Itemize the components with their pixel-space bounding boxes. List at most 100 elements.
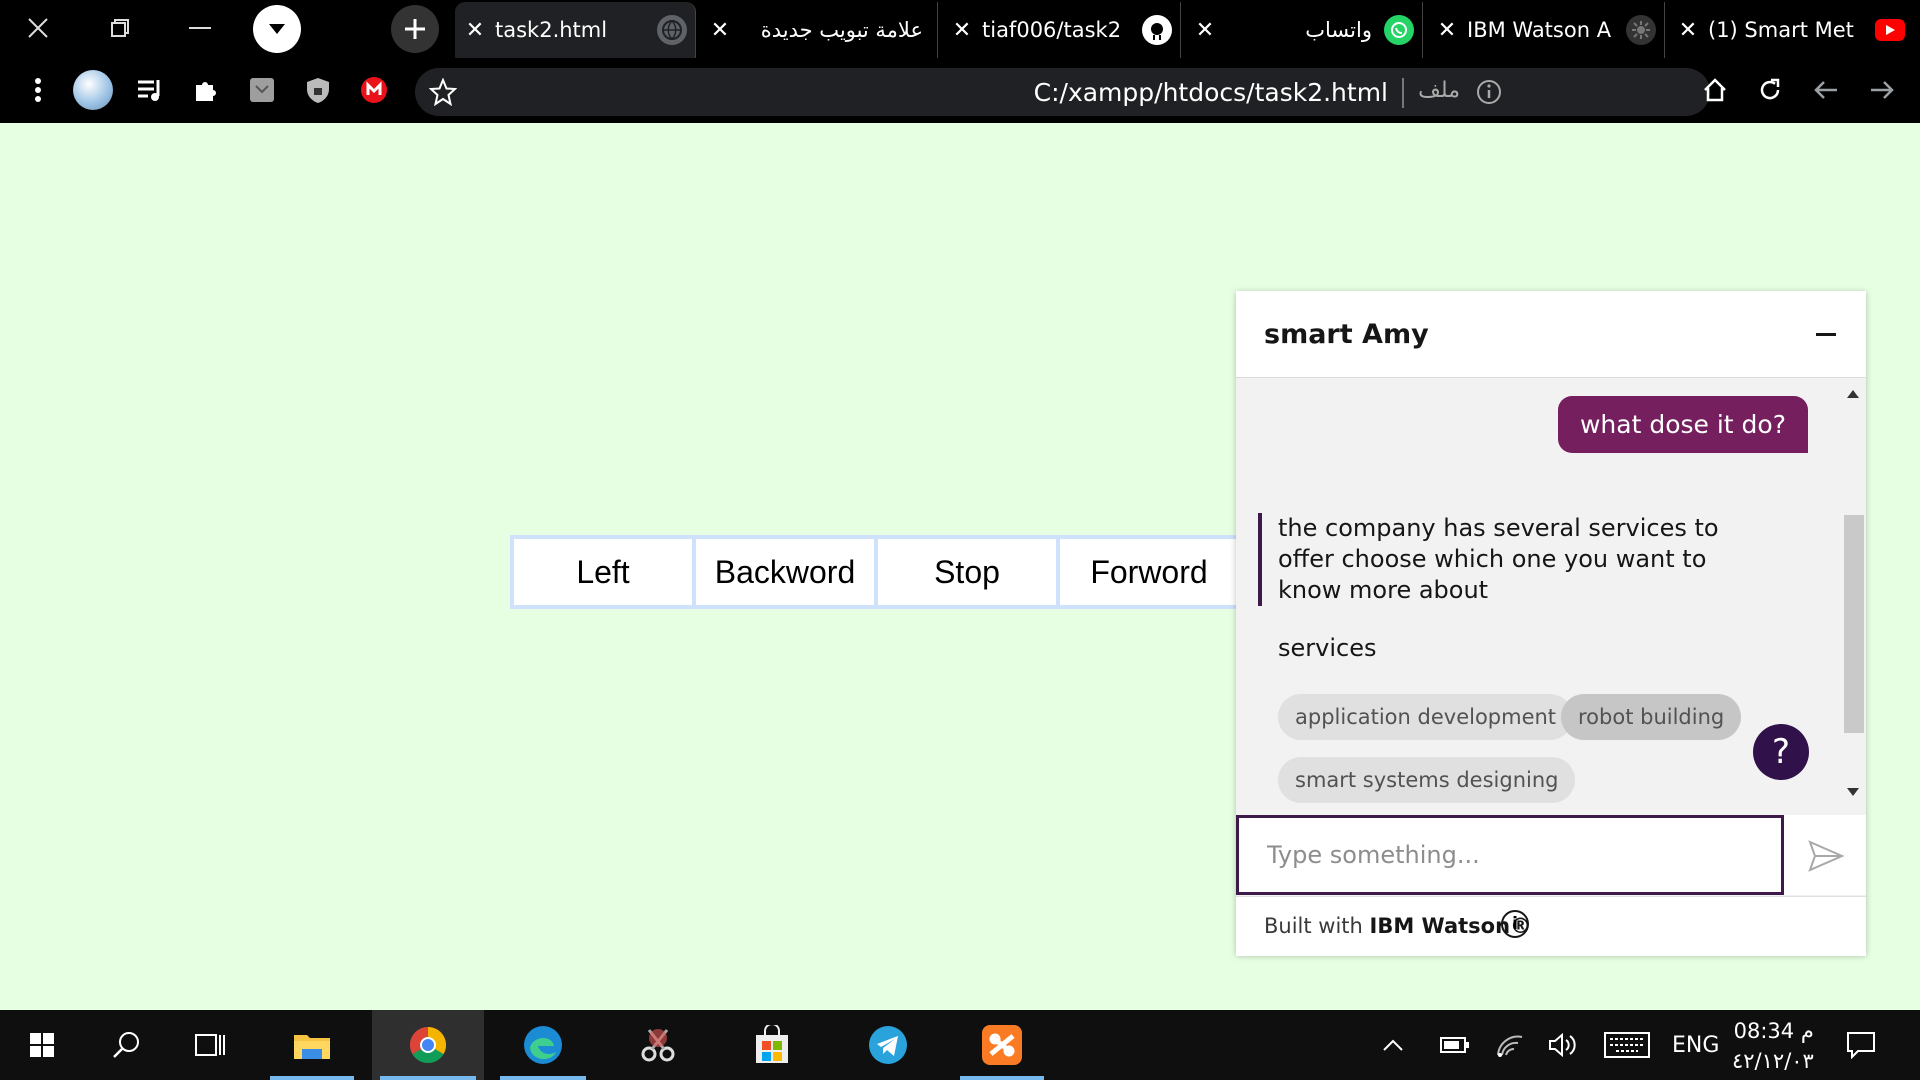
scroll-down-arrow-icon[interactable] <box>1847 788 1859 796</box>
profile-avatar[interactable] <box>73 70 113 110</box>
tab-close-icon[interactable]: ✕ <box>1427 18 1467 43</box>
forward-button[interactable]: Forword <box>1056 535 1242 609</box>
tab-strip: ✕ task2.html ✕ علامة تبويب جديدة ✕ tiaf0… <box>0 0 1920 60</box>
volume-indicator[interactable] <box>1548 1010 1578 1080</box>
start-button[interactable] <box>0 1010 84 1080</box>
system-clock[interactable]: 08:34 م ٤٢/١٢/٠٣ <box>1732 1016 1814 1076</box>
restore-window-button[interactable] <box>82 0 157 55</box>
back-arrow-icon[interactable] <box>1808 72 1844 108</box>
option-application-development[interactable]: application development <box>1278 694 1574 740</box>
plus-icon <box>405 19 425 39</box>
taskbar-snipping-tool[interactable] <box>608 1010 708 1080</box>
address-bar[interactable]: C:/xampp/htdocs/task2.html ملف <box>415 68 1710 116</box>
taskbar-file-explorer[interactable] <box>262 1010 362 1080</box>
speaker-icon <box>1549 1033 1576 1057</box>
taskbar-edge[interactable] <box>492 1010 594 1080</box>
task-view-button[interactable] <box>168 1010 252 1080</box>
github-icon <box>1142 15 1172 45</box>
url-separator <box>1402 78 1404 108</box>
tab-youtube[interactable]: ✕ (1) Smart Met <box>1668 2 1913 58</box>
url-scheme-label: ملف <box>1418 78 1460 103</box>
chat-scrollbar[interactable] <box>1842 378 1864 806</box>
clock-date: ٤٢/١٢/٠٣ <box>1732 1049 1814 1073</box>
tab-ibm-watson[interactable]: ✕ IBM Watson A <box>1427 2 1665 58</box>
network-indicator[interactable] <box>1496 1010 1524 1080</box>
chat-widget: smart Amy what dose it do? the company h… <box>1236 291 1866 956</box>
info-icon[interactable]: i <box>1501 910 1529 938</box>
extensions-puzzle-icon[interactable] <box>188 72 224 108</box>
send-icon[interactable] <box>1806 836 1846 876</box>
scissors-icon <box>641 1029 675 1062</box>
close-window-button[interactable] <box>0 0 75 55</box>
tab-new-tab[interactable]: ✕ علامة تبويب جديدة <box>700 2 938 58</box>
left-button[interactable]: Left <box>510 535 696 609</box>
taskbar-telegram[interactable] <box>838 1010 938 1080</box>
extension-pocket-icon[interactable] <box>244 72 280 108</box>
tab-task2[interactable]: ✕ task2.html <box>455 2 696 58</box>
extension-mega-icon[interactable] <box>356 72 392 108</box>
extension-shield-icon[interactable] <box>300 72 336 108</box>
language-indicator[interactable]: ENG <box>1672 1010 1719 1080</box>
taskbar-xampp[interactable] <box>952 1010 1052 1080</box>
chat-input-area <box>1236 815 1866 895</box>
watson-icon <box>1626 15 1656 45</box>
browser-toolbar: C:/xampp/htdocs/task2.html ملف <box>0 60 1920 123</box>
tab-close-icon[interactable]: ✕ <box>1185 18 1225 43</box>
built-with-label: Built with IBM Watson® <box>1264 914 1532 938</box>
running-indicator <box>500 1076 586 1080</box>
search-button[interactable] <box>84 1010 168 1080</box>
site-info-icon[interactable] <box>1476 79 1502 109</box>
tab-close-icon[interactable]: ✕ <box>942 18 982 43</box>
battery-icon <box>1440 1037 1469 1053</box>
option-smart-systems-designing[interactable]: smart systems designing <box>1278 757 1576 803</box>
tab-close-icon[interactable]: ✕ <box>700 18 740 43</box>
menu-icon[interactable] <box>20 72 56 108</box>
scroll-up-arrow-icon[interactable] <box>1847 390 1859 398</box>
touch-keyboard-button[interactable] <box>1604 1010 1650 1080</box>
minimize-window-button[interactable] <box>162 0 237 55</box>
taskbar-microsoft-store[interactable] <box>722 1010 822 1080</box>
chat-messages[interactable]: what dose it do? the company has several… <box>1236 378 1866 806</box>
running-indicator <box>270 1076 354 1080</box>
store-icon <box>756 1025 788 1063</box>
minimize-chat-icon[interactable] <box>1816 333 1836 336</box>
whatsapp-icon <box>1384 15 1414 45</box>
youtube-icon <box>1875 19 1905 41</box>
chevron-down-icon <box>269 24 285 34</box>
tab-search-button[interactable] <box>253 5 301 53</box>
chat-message-input[interactable] <box>1236 815 1784 895</box>
help-button[interactable]: ? <box>1753 724 1809 780</box>
reload-icon[interactable] <box>1752 72 1788 108</box>
keyboard-icon <box>1604 1032 1650 1058</box>
backward-button[interactable]: Backword <box>692 535 878 609</box>
battery-indicator[interactable] <box>1440 1010 1470 1080</box>
tab-close-icon[interactable]: ✕ <box>455 18 495 43</box>
tab-whatsapp[interactable]: ✕ واتساب <box>1185 2 1423 58</box>
new-tab-button[interactable] <box>391 5 439 53</box>
edge-icon <box>524 1026 562 1064</box>
bot-message: the company has several services to offe… <box>1258 513 1768 606</box>
forward-arrow-icon[interactable] <box>1864 72 1900 108</box>
xampp-icon <box>982 1025 1022 1065</box>
telegram-icon <box>869 1026 907 1064</box>
tab-title: IBM Watson A <box>1467 18 1612 42</box>
stop-button[interactable]: Stop <box>874 535 1060 609</box>
running-indicator <box>960 1076 1044 1080</box>
minimize-icon <box>188 26 211 29</box>
chat-title: smart Amy <box>1264 319 1429 350</box>
chevron-up-icon <box>1383 1039 1403 1051</box>
folder-icon <box>294 1035 330 1059</box>
tab-title: (1) Smart Met <box>1708 18 1854 42</box>
task-view-icon <box>195 1034 225 1056</box>
home-icon[interactable] <box>1697 72 1733 108</box>
scrollbar-thumb[interactable] <box>1844 515 1864 733</box>
tab-github[interactable]: ✕ tiaf006/task2 <box>942 2 1181 58</box>
bookmark-star-icon[interactable] <box>428 77 458 110</box>
option-robot-building[interactable]: robot building <box>1561 694 1742 740</box>
taskbar-chrome[interactable] <box>372 1010 484 1080</box>
media-queue-icon[interactable] <box>132 72 168 108</box>
notification-icon <box>1847 1032 1875 1059</box>
tab-close-icon[interactable]: ✕ <box>1668 18 1708 43</box>
notifications-button[interactable] <box>1846 1010 1876 1080</box>
show-hidden-icons[interactable] <box>1382 1010 1404 1080</box>
